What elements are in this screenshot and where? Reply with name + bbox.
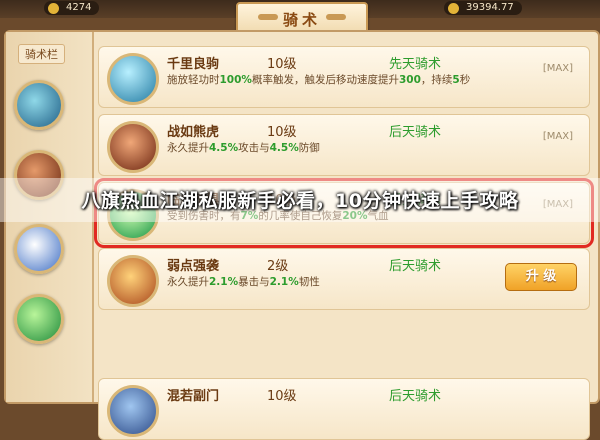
skill-name: 混若副门 (167, 389, 220, 404)
sidebar-slot-green-icon[interactable] (14, 294, 64, 344)
upgrade-button[interactable]: 升 级 (505, 263, 577, 291)
coin-icon (48, 3, 59, 14)
blue-skill-icon (107, 385, 159, 437)
skill-type: 后天骑术 (389, 389, 442, 404)
max-badge: [MAX] (542, 63, 573, 74)
fire-beast-skill-icon (107, 255, 159, 307)
skill-description: 永久提升2.1%暴击与2.1%韧性 (167, 276, 320, 288)
skill-row[interactable]: 战如熊虎 10级 后天骑术 永久提升4.5%攻击与4.5%防御 [MAX] (98, 114, 590, 176)
currency-right: 39394.77 (444, 1, 522, 15)
skill-level: 10级 (267, 125, 297, 140)
currency-left-value: 4274 (66, 2, 92, 13)
skill-level: 2级 (267, 259, 289, 274)
skill-row[interactable]: 弱点强袭 2级 后天骑术 永久提升2.1%暴击与2.1%韧性 升 级 (98, 248, 590, 310)
skill-name: 弱点强袭 (167, 259, 220, 274)
skill-type: 后天骑术 (389, 125, 442, 140)
horse-skill-icon (107, 53, 159, 105)
max-badge: [MAX] (542, 131, 573, 142)
panel-title: 骑术 (282, 11, 321, 29)
skill-type: 先天骑术 (389, 57, 442, 72)
skill-row[interactable]: 混若副门 10级 后天骑术 (98, 378, 590, 440)
skill-level: 10级 (267, 57, 297, 72)
title-ornament-right-icon (326, 14, 346, 20)
sidebar-slot-crystal-icon[interactable] (14, 224, 64, 274)
bear-skill-icon (107, 121, 159, 173)
headline-text: 八旗热血江湖私服新手必看，10分钟快速上手攻略 (81, 190, 519, 212)
currency-left: 4274 (44, 1, 100, 15)
gem-icon (448, 3, 459, 14)
skill-row[interactable]: 千里良驹 10级 先天骑术 施放轻功时100%概率触发，触发后移动速度提升300… (98, 46, 590, 108)
skill-type: 后天骑术 (389, 259, 442, 274)
sidebar-slot-horse-icon[interactable] (14, 80, 64, 130)
currency-right-value: 39394.77 (466, 2, 514, 13)
skill-level: 10级 (267, 389, 297, 404)
sidebar-title: 骑术栏 (18, 44, 65, 64)
skill-description: 施放轻功时100%概率触发，触发后移动速度提升300，持续5秒 (167, 74, 471, 86)
skill-description: 永久提升4.5%攻击与4.5%防御 (167, 142, 320, 154)
skill-name: 战如熊虎 (167, 125, 220, 140)
skill-name: 千里良驹 (167, 57, 220, 72)
headline-overlay: 八旗热血江湖私服新手必看，10分钟快速上手攻略 (0, 178, 600, 222)
